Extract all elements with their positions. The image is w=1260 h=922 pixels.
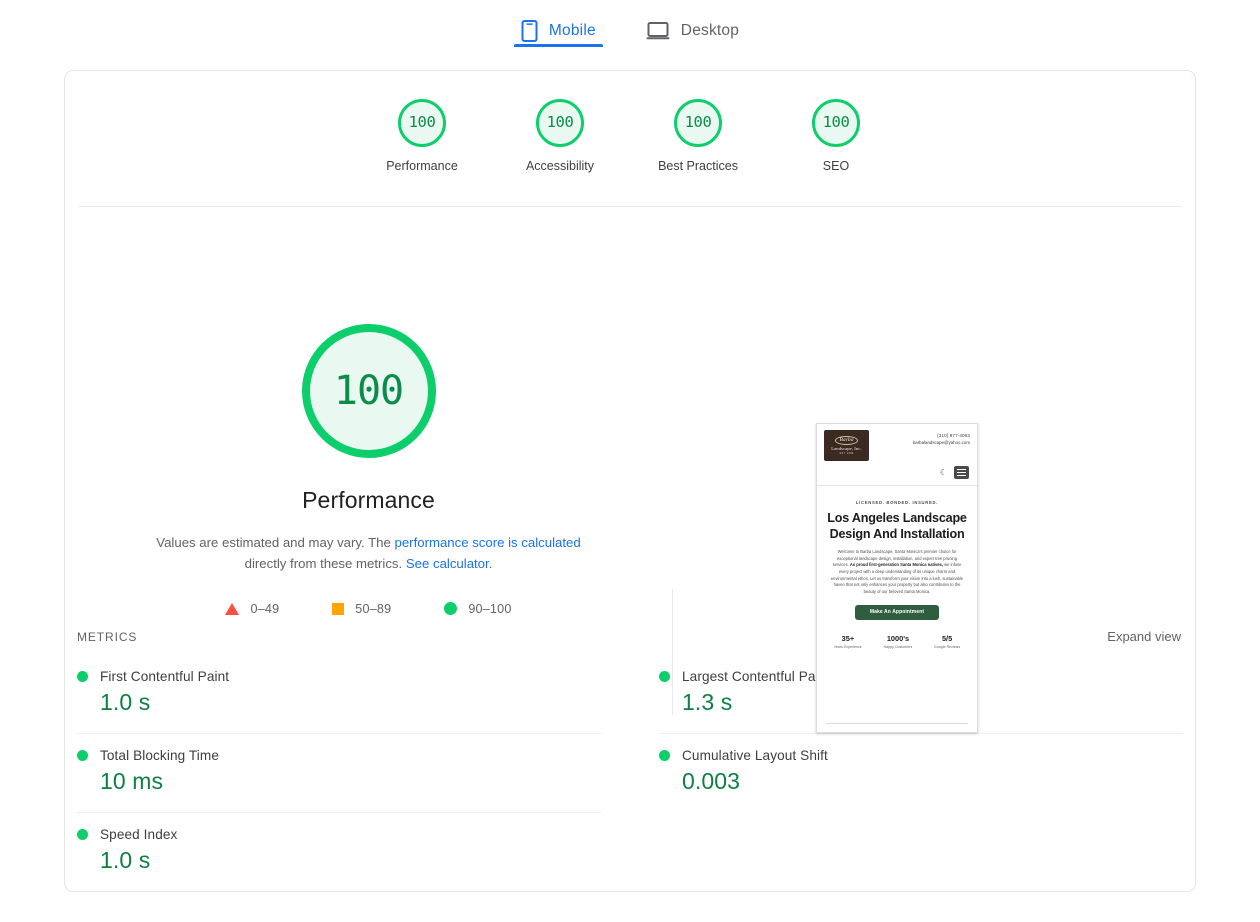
triangle-fail-icon [225,603,239,615]
metric-value: 0.003 [682,768,1183,795]
desktop-monitor-icon [646,21,670,41]
site-body-bold: As proud first-generation Santa Monica n… [850,562,943,567]
metric-name: Total Blocking Time [100,748,219,763]
metric-row[interactable]: Total Blocking Time 10 ms [77,734,601,813]
screenshot-frame: Barba Landscape, Inc. EST. 1989 (310) 87… [816,423,978,733]
report-card: 100 Performance 100 Accessibility 100 Be… [64,70,1196,892]
legend-item-average: 50–89 [332,602,391,616]
site-headline: Los Angeles Landscape Design And Install… [826,510,968,542]
site-logo: Barba Landscape, Inc. EST. 1989 [824,430,869,461]
metric-row[interactable]: Speed Index 1.0 s [77,813,601,891]
site-header: Barba Landscape, Inc. EST. 1989 (310) 87… [817,424,977,461]
performance-gauge-column: 100 Performance Values are estimated and… [65,207,672,616]
tab-mobile[interactable]: Mobile [513,10,604,47]
tab-mobile-label: Mobile [549,22,596,40]
performance-description: Values are estimated and may vary. The p… [143,533,595,575]
page-title: Performance [65,487,672,514]
score-label: Best Practices [658,159,738,173]
performance-score-value: 100 [334,371,403,411]
mobile-phone-icon [521,20,538,42]
metric-value: 1.0 s [100,689,601,716]
score-value: 100 [685,115,712,131]
score-label: SEO [823,159,849,173]
performance-gauge: 100 [302,324,436,458]
performance-hero: 100 Performance Values are estimated and… [65,207,1195,637]
metric-status-pass-icon [77,829,88,840]
metric-name: First Contentful Paint [100,669,229,684]
metric-name: Cumulative Layout Shift [682,748,828,763]
site-stat: 35+ Years Experience [834,634,862,649]
tab-desktop-label: Desktop [681,22,739,40]
site-stat-number: 5/5 [934,634,960,643]
category-scores: 100 Performance 100 Accessibility 100 Be… [65,71,1195,206]
score-value: 100 [547,115,574,131]
legend-range-pass: 90–100 [468,602,511,616]
circle-pass-icon [444,602,457,615]
hamburger-menu-icon [954,466,969,479]
performance-score-link[interactable]: performance score is calculated [395,535,581,550]
score-ring: 100 [398,99,446,147]
site-stat-label: Google Reviews [934,645,960,649]
score-legend: 0–49 50–89 90–100 [65,602,672,616]
category-score-seo[interactable]: 100 SEO [800,99,872,194]
legend-item-fail: 0–49 [225,602,279,616]
metric-status-pass-icon [659,671,670,682]
description-text-3: . [489,556,493,571]
site-body-copy: Welcome to Barba Landscape, Santa Monica… [826,549,968,595]
legend-item-pass: 90–100 [444,602,511,616]
score-value: 100 [823,115,850,131]
site-eyebrow: LICENSED. BONDED. INSURED. [826,500,968,505]
metric-status-pass-icon [77,750,88,761]
site-stats: 35+ Years Experience 1000's Happy Custom… [817,634,977,649]
tab-active-indicator [514,44,603,47]
site-stat-label: Years Experience [834,645,862,649]
metric-name: Largest Contentful Paint [682,669,830,684]
metric-row[interactable]: First Contentful Paint 1.0 s [77,655,601,734]
score-ring: 100 [536,99,584,147]
metric-status-pass-icon [659,750,670,761]
site-contact-info: (310) 877-4063 barbalandscape@yahoo.com [913,430,970,445]
description-text-1: Values are estimated and may vary. The [156,535,394,550]
site-phone: (310) 877-4063 [913,433,970,438]
vertical-divider [672,589,673,715]
site-cta-button: Make An Appointment [855,605,939,620]
category-score-best-practices[interactable]: 100 Best Practices [662,99,734,194]
dark-mode-moon-icon: ☾ [940,469,947,477]
see-calculator-link[interactable]: See calculator [406,556,489,571]
site-header-controls: ☾ [817,461,977,486]
site-stat-number: 1000's [884,634,913,643]
site-stat: 5/5 Google Reviews [934,634,960,649]
site-stat-number: 35+ [834,634,862,643]
metric-row[interactable]: Cumulative Layout Shift 0.003 [659,734,1183,812]
site-logo-established: EST. 1989 [840,452,854,455]
description-text-2: directly from these metrics. [245,556,406,571]
form-factor-tabs: Mobile Desktop [0,0,1260,47]
metric-status-pass-icon [77,671,88,682]
legend-range-average: 50–89 [355,602,391,616]
site-hero: LICENSED. BONDED. INSURED. Los Angeles L… [817,486,977,620]
metric-value: 10 ms [100,768,601,795]
legend-range-fail: 0–49 [250,602,279,616]
category-score-accessibility[interactable]: 100 Accessibility [524,99,596,194]
page-screenshot-thumbnail[interactable]: Barba Landscape, Inc. EST. 1989 (310) 87… [816,423,978,733]
score-label: Performance [386,159,458,173]
metric-name: Speed Index [100,827,177,842]
site-logo-sub: Landscape, Inc. [831,446,861,451]
site-email: barbalandscape@yahoo.com [913,440,970,445]
score-ring: 100 [812,99,860,147]
score-value: 100 [409,115,436,131]
metrics-column-left: First Contentful Paint 1.0 s Total Block… [77,655,630,891]
tab-desktop[interactable]: Desktop [638,10,747,47]
site-stat: 1000's Happy Customers [884,634,913,649]
metrics-grid: First Contentful Paint 1.0 s Total Block… [65,655,1195,891]
metric-value: 1.0 s [100,847,601,874]
category-score-performance[interactable]: 100 Performance [386,99,458,194]
site-footer-rule [826,723,968,724]
site-logo-name: Barba [835,436,859,446]
score-label: Accessibility [526,159,594,173]
site-stat-label: Happy Customers [884,645,913,649]
square-average-icon [332,603,344,615]
score-ring: 100 [674,99,722,147]
